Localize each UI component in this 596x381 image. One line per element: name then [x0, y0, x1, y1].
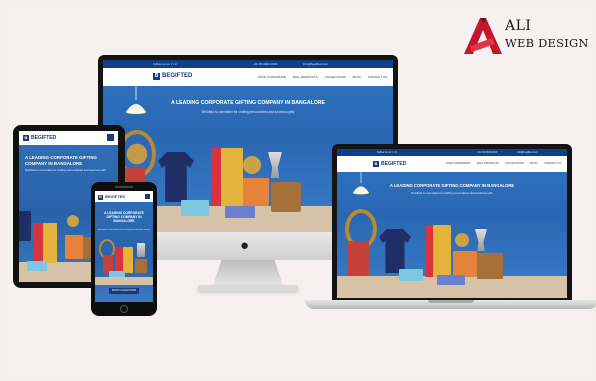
site-logo[interactable]: B BEGIFTED — [23, 135, 56, 141]
plaque — [271, 182, 301, 212]
brand-name: ALI — [505, 18, 532, 34]
nav-item[interactable]: BLOG — [353, 75, 361, 79]
nav-item[interactable]: BLOG — [530, 162, 537, 165]
gift-box — [221, 148, 243, 206]
phone-speaker — [115, 186, 133, 188]
laptop-navbar: B BEGIFTED GOLD CORPORATE BALL PRODUCTS C… — [337, 156, 567, 172]
gift-bag — [399, 269, 423, 281]
brand-logo[interactable]: ALI WEB DESIGN — [462, 16, 592, 56]
gift-box — [225, 206, 255, 218]
site-logo[interactable]: B BEGIFTED — [98, 194, 125, 200]
brand-tagline: WEB DESIGN — [505, 36, 589, 50]
cup-trophy — [475, 229, 487, 251]
nav-item[interactable]: BALL PRODUCTS — [477, 162, 499, 165]
gift-bag — [27, 261, 47, 271]
phone-navbar: B BEGIFTED — [95, 191, 153, 202]
hero-title: A LEADING CORPORATE GIFTING COMPANY IN B… — [25, 155, 97, 166]
laptop-screen: Follow us on: f t in +91 00 0000 0000 in… — [337, 149, 567, 298]
topbar-email: info@begifted.com — [517, 151, 538, 154]
monitor-base — [198, 285, 298, 291]
hamburger-menu-icon[interactable] — [145, 194, 150, 199]
tshirt — [19, 211, 31, 241]
cup-trophy — [268, 152, 282, 178]
phone-screen: B BEGIFTED A LEADING CORPORATE GIFTING CO… — [95, 191, 153, 302]
gift-box — [243, 178, 269, 206]
gift-box — [65, 235, 83, 259]
phone-home-button — [120, 305, 128, 313]
gift-box — [437, 275, 465, 285]
medal — [455, 233, 469, 247]
site-logo[interactable]: B BEGIFTED — [373, 161, 406, 167]
hero-subtitle: BeGifted is committed for crafting perso… — [98, 229, 150, 231]
gift-bag — [181, 200, 209, 216]
display-surface — [95, 277, 153, 285]
hero-subtitle: BeGifted is committed for crafting perso… — [201, 110, 295, 114]
desktop-navbar: B BEGIFTED GOLD CORPORATE BALL PRODUCTS C… — [103, 68, 393, 86]
desktop-nav-menu: GOLD CORPORATE BALL PRODUCTS COLLECTIONS… — [252, 75, 387, 79]
hero-subtitle: BeGifted is committed for crafting perso… — [25, 168, 107, 172]
laptop-nav-menu: GOLD CORPORATE BALL PRODUCTS COLLECTIONS… — [440, 162, 561, 165]
topbar-social: Follow us on: f t in — [377, 151, 398, 154]
shop-collections-button[interactable]: SHOP COLLECTIONS — [109, 288, 139, 294]
cup-trophy — [137, 243, 145, 257]
laptop-notch — [428, 300, 474, 303]
nav-item[interactable]: BALL PRODUCTS — [293, 75, 318, 79]
gift-box — [433, 225, 451, 277]
tshirt — [158, 152, 194, 202]
tshirt — [379, 229, 411, 273]
apple-icon: ● — [240, 237, 250, 254]
gift-box — [123, 247, 133, 273]
nav-item[interactable]: CONTACT US — [544, 162, 561, 165]
gift-box — [43, 223, 57, 263]
gift-box — [347, 241, 369, 276]
hamburger-menu-icon[interactable] — [107, 134, 114, 141]
nav-item[interactable]: GOLD CORPORATE — [258, 75, 286, 79]
topbar-phone: +91 00 0000 0000 — [253, 62, 278, 66]
nav-item[interactable]: GOLD CORPORATE — [446, 162, 470, 165]
plaque — [477, 253, 503, 279]
plaque — [135, 259, 147, 273]
site-logo[interactable]: B BEGIFTED — [153, 73, 192, 80]
nav-item[interactable]: COLLECTIONS — [505, 162, 523, 165]
topbar-phone: +91 00 0000 0000 — [477, 151, 498, 154]
topbar-email: info@begifted.com — [303, 62, 329, 66]
gift-box — [453, 251, 477, 277]
hero-title: A LEADING CORPORATE GIFTING COMPANY IN B… — [389, 183, 515, 188]
hero-subtitle: BeGifted is committed for crafting perso… — [411, 191, 493, 195]
nav-item[interactable]: CONTACT US — [368, 75, 387, 79]
medal — [67, 215, 79, 227]
nav-item[interactable]: COLLECTIONS — [325, 75, 346, 79]
laptop-topbar: Follow us on: f t in +91 00 0000 0000 in… — [337, 149, 567, 156]
medal — [243, 156, 261, 174]
desktop-topbar: Follow us on: f t in +91 00 0000 0000 in… — [103, 60, 393, 68]
topbar-social: Follow us on: f t in — [153, 62, 178, 66]
hero-title: A LEADING CORPORATE GIFTING COMPANY IN B… — [104, 211, 144, 224]
hero-title: A LEADING CORPORATE GIFTING COMPANY IN B… — [171, 100, 325, 106]
monitor-stand — [213, 260, 283, 286]
brand-a-icon — [464, 18, 502, 54]
tablet-navbar: B BEGIFTED — [19, 131, 118, 145]
